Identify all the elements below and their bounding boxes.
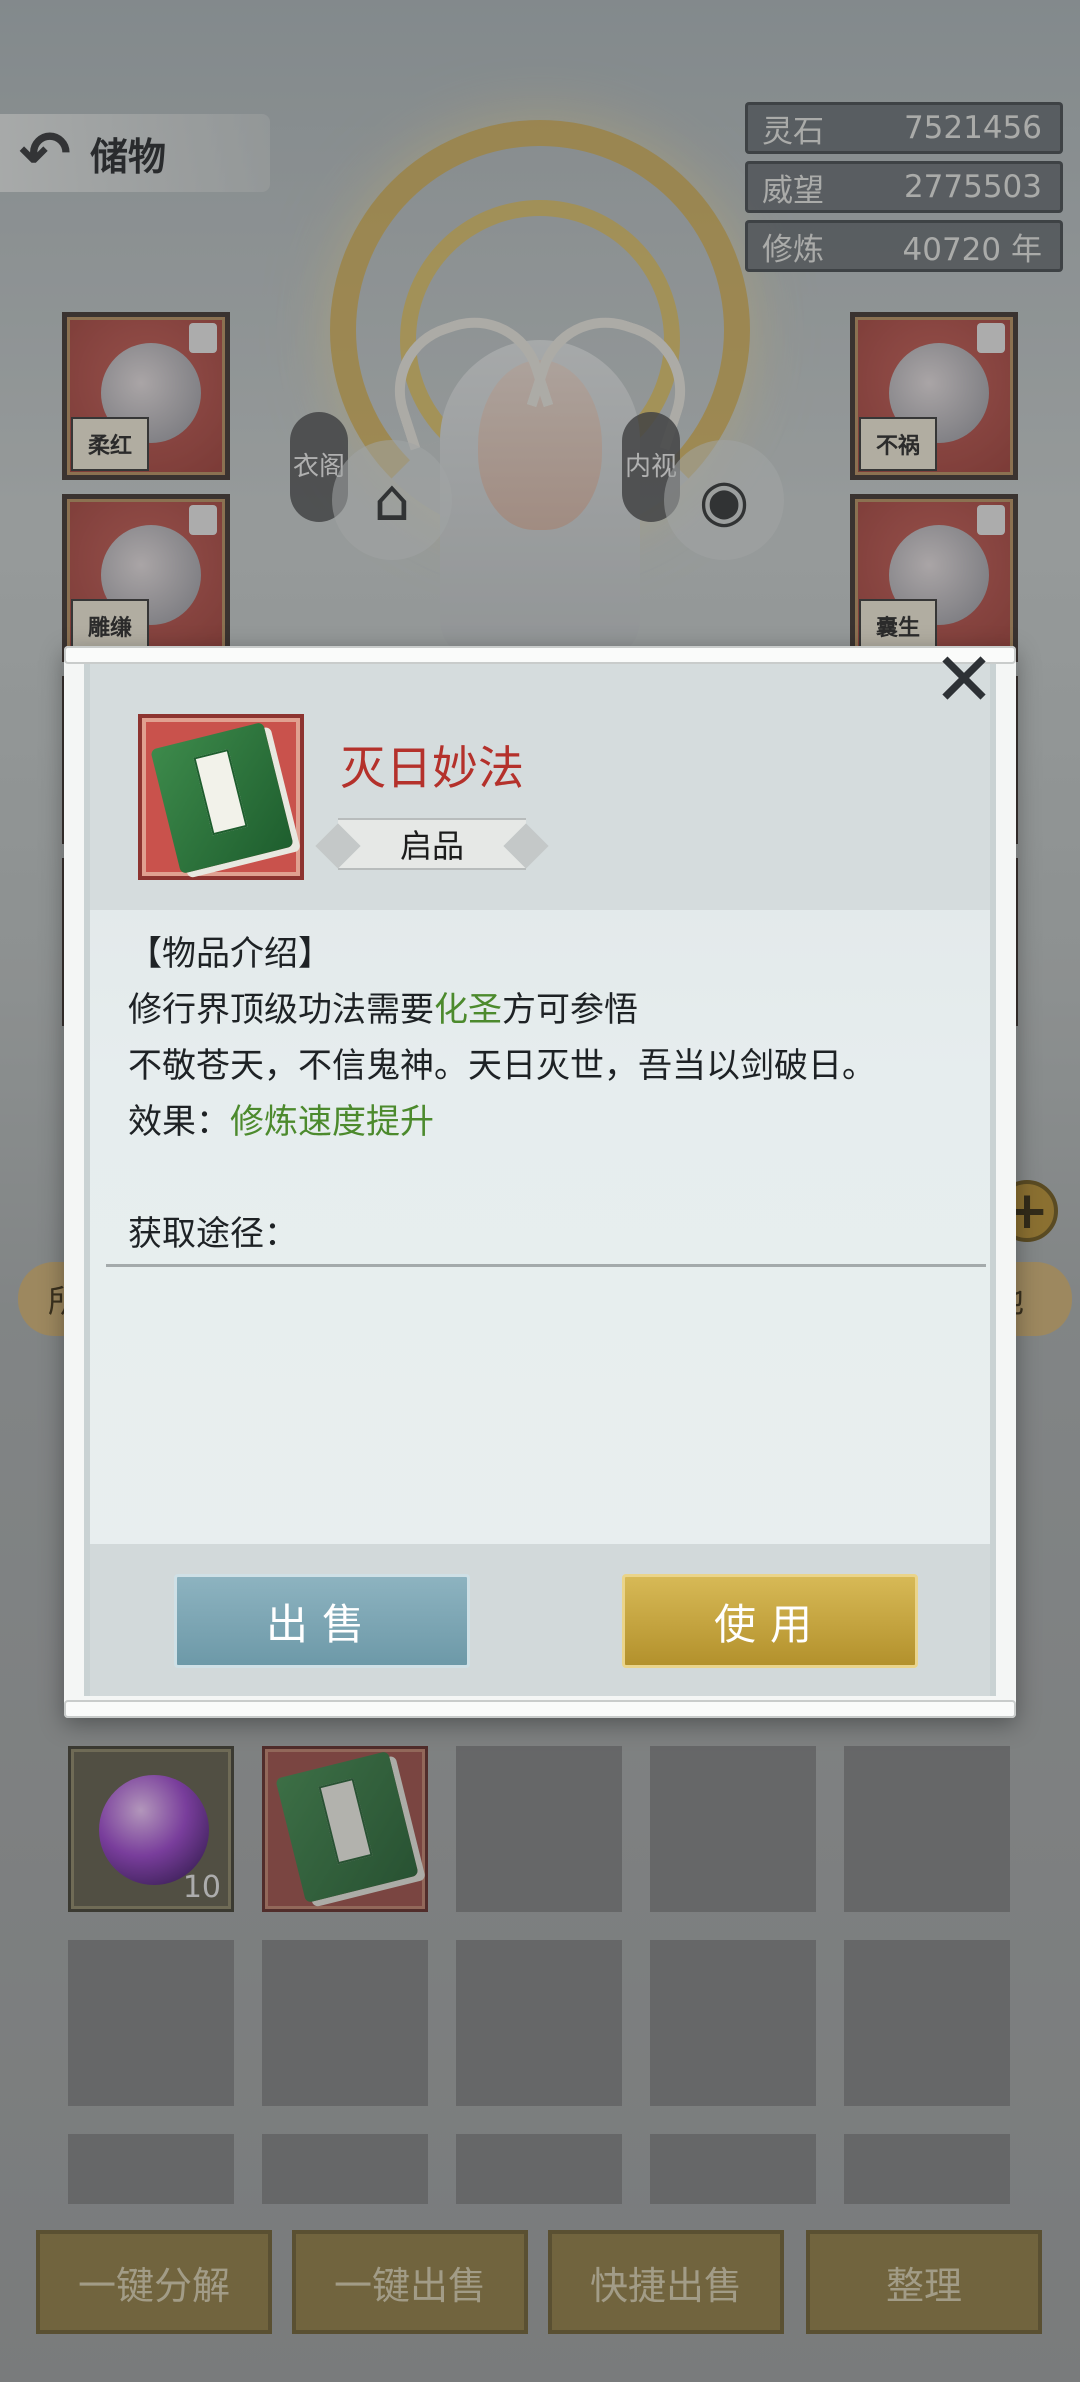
effect-label: 效果： — [128, 1102, 230, 1142]
item-grade: 启品 — [399, 827, 464, 865]
section-intro-title: 【物品介绍】 — [128, 934, 332, 974]
description-line-1: 修行界顶级功法需要化圣方可参悟 — [128, 990, 638, 1030]
item-name: 灭日妙法 — [340, 741, 524, 795]
item-description: 【物品介绍】 修行界顶级功法需要化圣方可参悟 不敬苍天，不信鬼神。天日灭世，吾当… — [128, 926, 960, 1150]
sell-button[interactable]: 出售 — [174, 1574, 470, 1668]
effect-line: 效果：修炼速度提升 — [128, 1094, 960, 1150]
close-x-icon[interactable]: ✕ — [924, 637, 1004, 723]
technique-book-icon — [150, 721, 294, 875]
dialog-actions: 出售 使用 — [90, 1544, 990, 1696]
effect-value: 修炼速度提升 — [230, 1102, 434, 1142]
item-icon-frame — [138, 714, 304, 880]
scroll-rod-bottom — [64, 1700, 1016, 1718]
item-detail-panel: 灭日妙法 启品 【物品介绍】 修行界顶级功法需要化圣方可参悟 不敬苍天，不信鬼神… — [84, 664, 996, 1696]
realm-highlight: 化圣 — [434, 990, 502, 1030]
scroll-rod-top — [64, 646, 1016, 664]
source-label: 获取途径： — [128, 1214, 298, 1254]
description-line-2: 不敬苍天，不信鬼神。天日灭世，吾当以剑破日。 — [128, 1046, 876, 1086]
divider — [106, 1264, 986, 1267]
item-header: 灭日妙法 启品 — [90, 664, 990, 910]
item-grade-badge: 启品 — [338, 818, 526, 870]
use-button[interactable]: 使用 — [622, 1574, 918, 1668]
